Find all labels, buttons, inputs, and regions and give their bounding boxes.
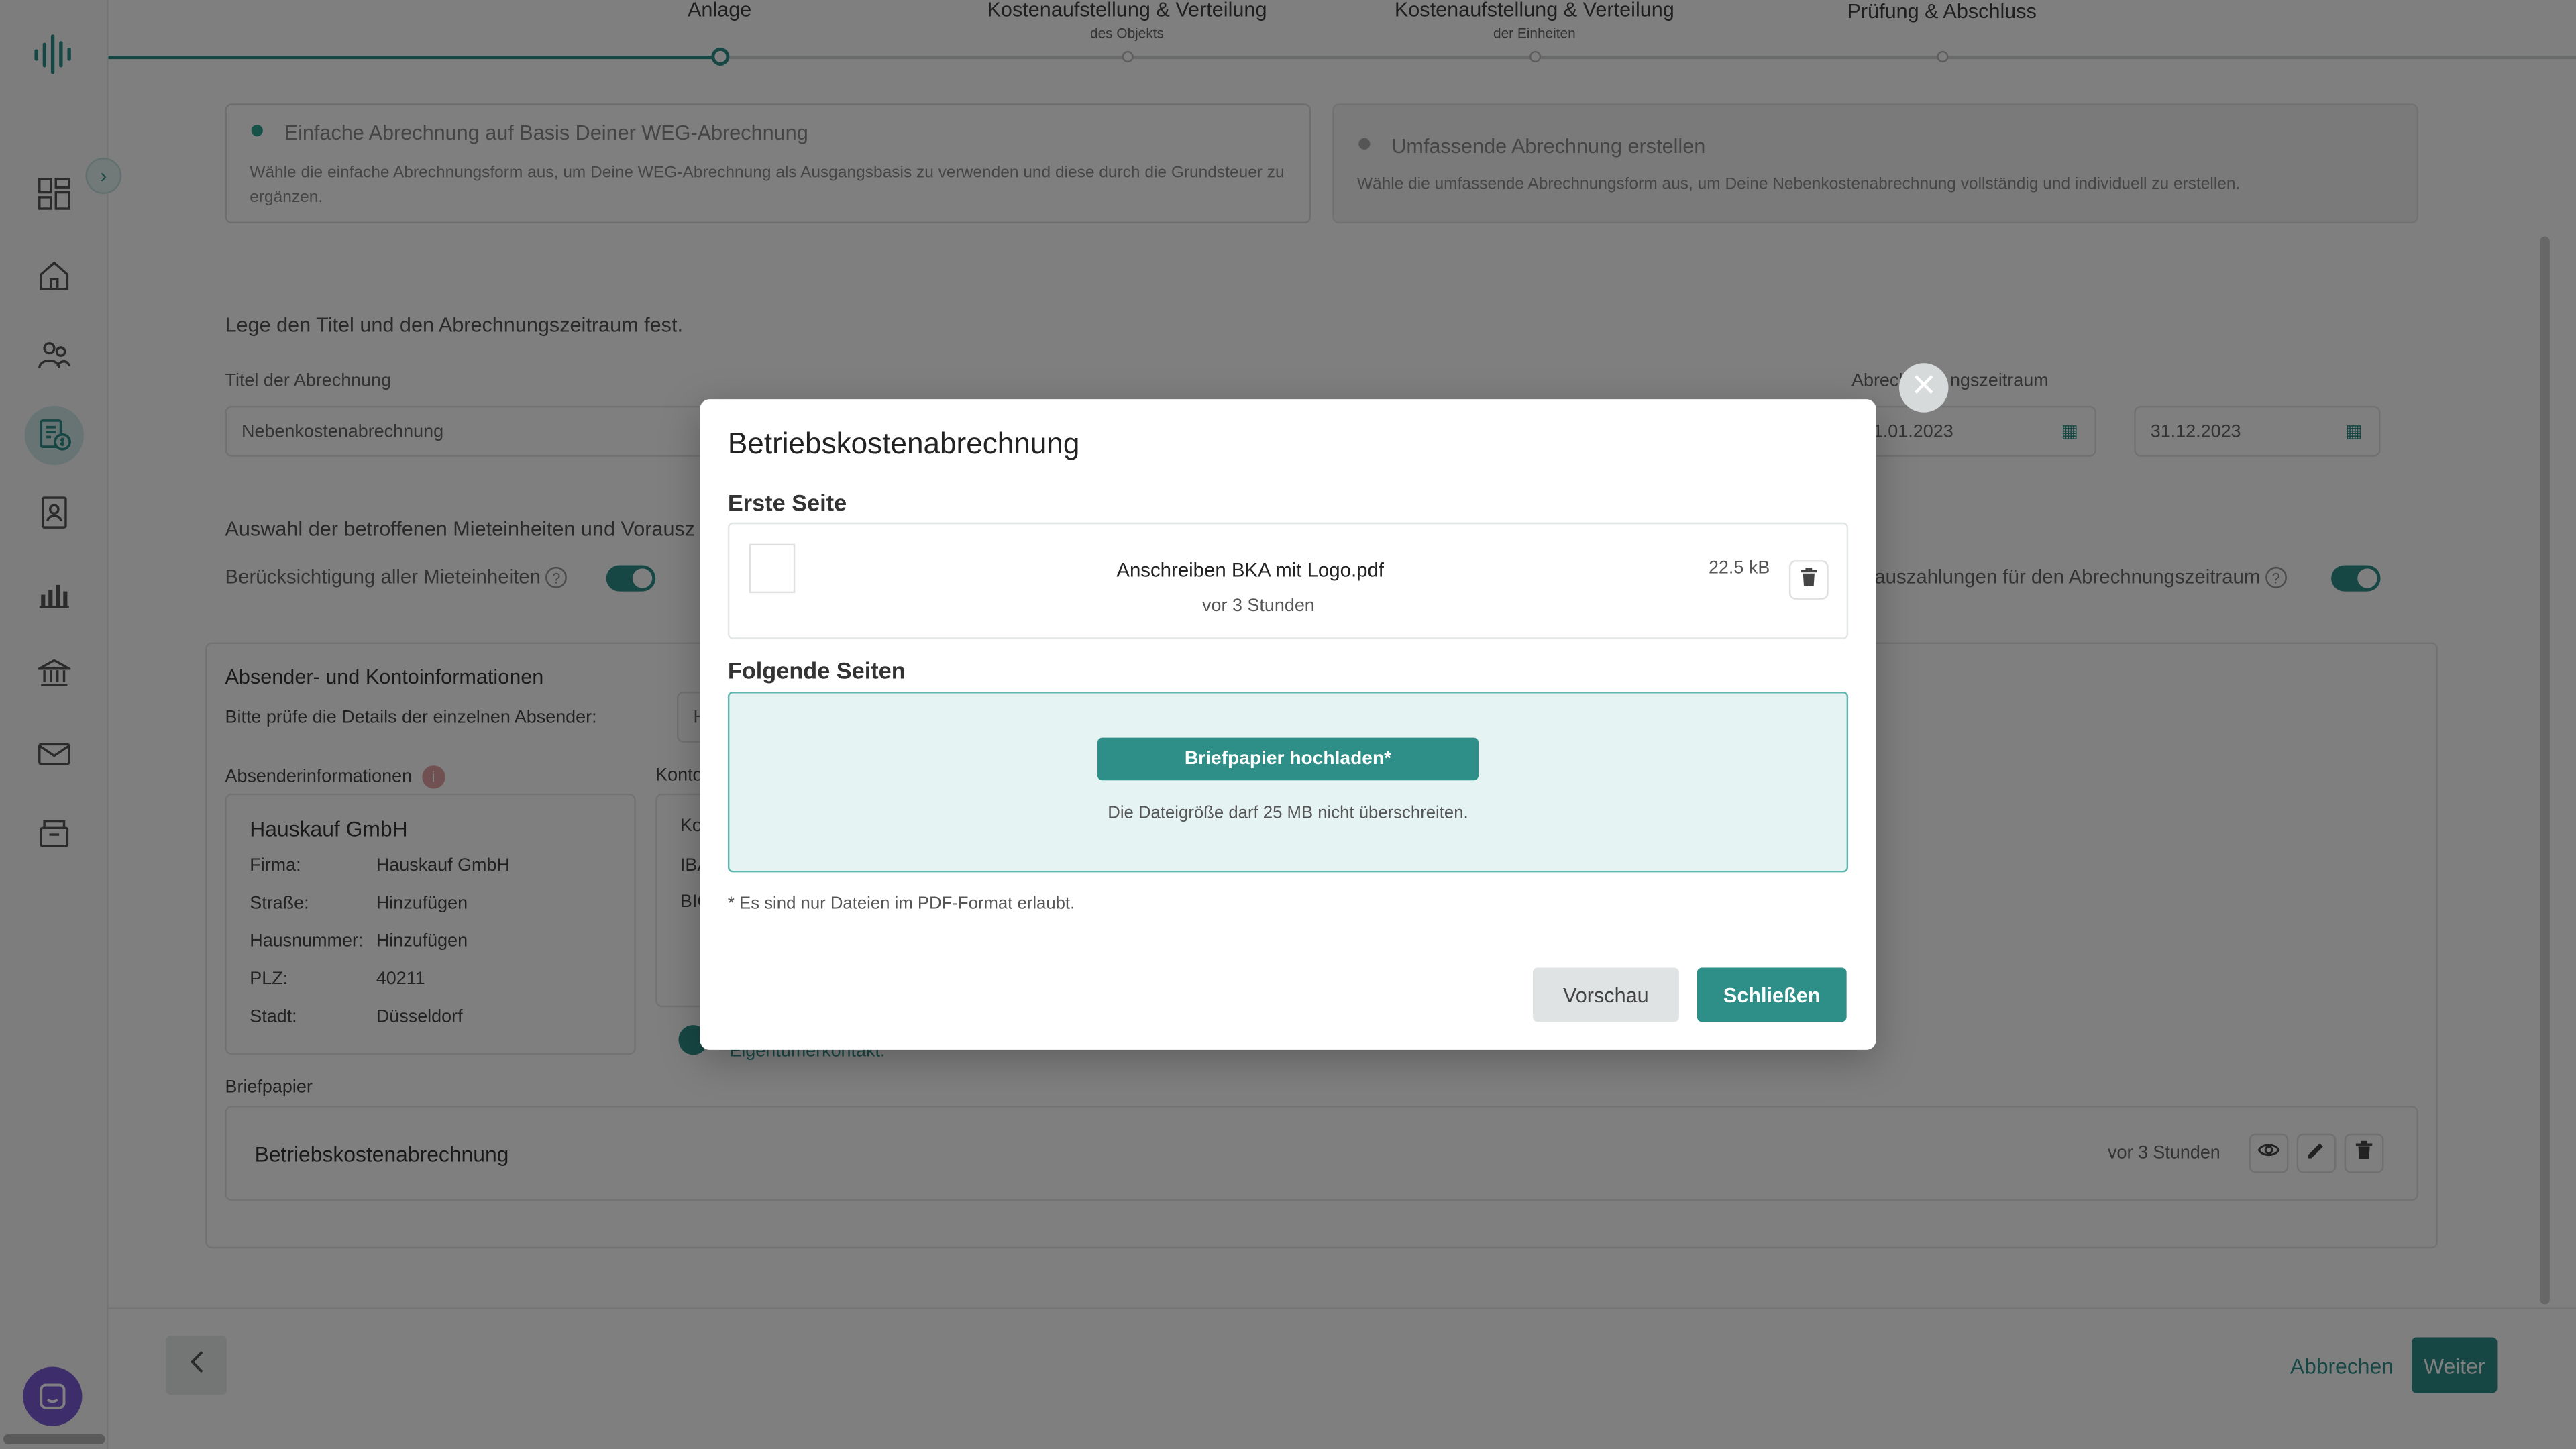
first-page-file-row: Anschreiben BKA mit Logo.pdf vor 3 Stund… <box>727 522 1849 639</box>
app-root: › Anlage Kostenaufstellung & Verteilung … <box>0 0 2576 1449</box>
file-size: 22.5 kB <box>1708 558 1770 579</box>
close-modal-button[interactable]: Schließen <box>1697 967 1847 1022</box>
modal-close-button[interactable] <box>1899 363 1949 413</box>
modal-title: Betriebskostenabrechnung <box>727 427 1080 460</box>
file-time: vor 3 Stunden <box>1202 596 1315 616</box>
first-page-heading: Erste Seite <box>727 489 847 516</box>
upload-letterhead-button[interactable]: Briefpapier hochladen* <box>1097 737 1479 781</box>
file-name: Anschreiben BKA mit Logo.pdf <box>1116 558 1384 582</box>
delete-file-button[interactable] <box>1788 560 1829 600</box>
preview-button[interactable]: Vorschau <box>1532 967 1679 1022</box>
following-pages-heading: Folgende Seiten <box>727 657 906 684</box>
trash-icon <box>1799 565 1819 594</box>
upload-dropzone[interactable]: Briefpapier hochladen* Die Dateigröße da… <box>727 692 1849 873</box>
close-icon <box>1914 373 1933 402</box>
file-size-hint: Die Dateigröße darf 25 MB nicht überschr… <box>1108 803 1468 823</box>
pdf-format-note: * Es sind nur Dateien im PDF-Format erla… <box>727 894 1075 914</box>
letterhead-modal: Betriebskostenabrechnung Erste Seite Ans… <box>700 399 1876 1050</box>
